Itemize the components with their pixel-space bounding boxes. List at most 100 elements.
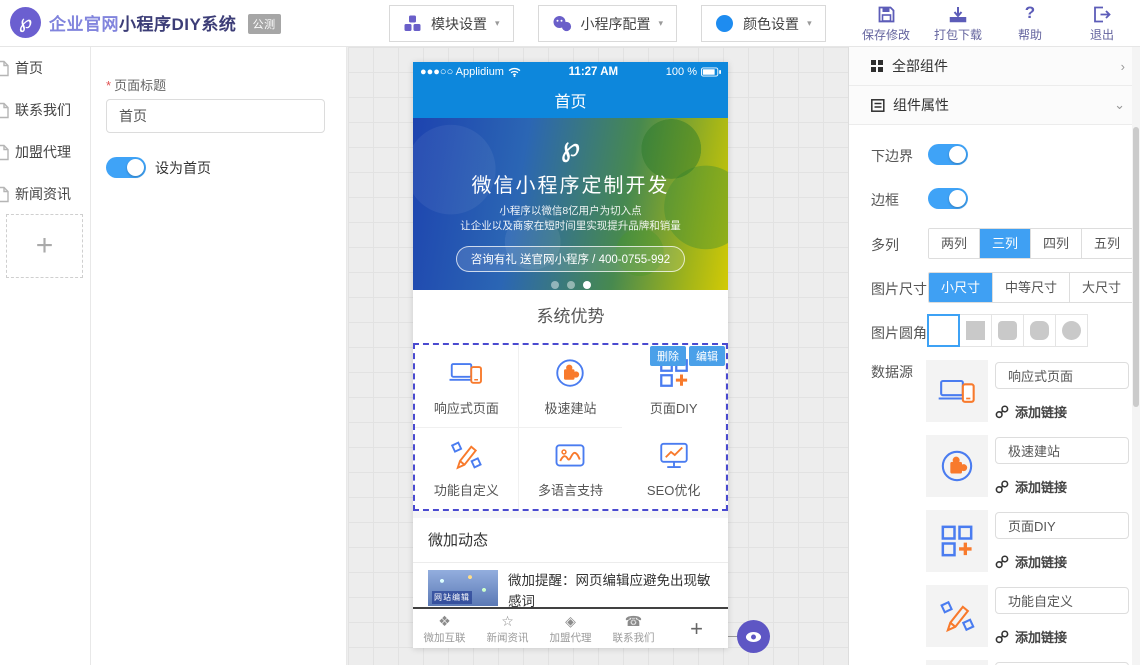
chevron-right-icon: › [1121,59,1125,74]
size-option-medium[interactable]: 中等尺寸 [992,273,1069,302]
size-option-large[interactable]: 大尺寸 [1069,273,1133,302]
datasource-title-input[interactable] [995,587,1129,614]
set-homepage-toggle[interactable] [106,157,146,178]
radius-option-rounded-lg[interactable] [1023,314,1056,347]
wifi-icon [508,67,521,77]
sidebar-item-label: 加盟代理 [15,142,71,162]
tab-contact[interactable]: ☎ 联系我们 [602,609,665,648]
page-icon [0,144,11,161]
size-option-small[interactable]: 小尺寸 [929,273,992,302]
brand-icon: ❖ [438,613,451,629]
phone-preview: ●●●○○ Applidium 11:27 AM 100 % 首页 ℘ 微信小程… [413,62,728,648]
page-icon [0,60,11,77]
image-radius-options [928,314,1088,347]
scrollbar[interactable] [1132,47,1140,665]
multi-language-icon [552,437,588,473]
battery-icon [701,67,721,77]
preview-button[interactable] [737,620,770,653]
page-title-input[interactable] [106,99,325,133]
chevron-down-icon: ▾ [659,18,664,29]
advantages-grid-component[interactable]: 删除 编辑 响应式页面 极速建站 页面DIY 功能自定义 多语言支持 SEO优化 [413,343,728,511]
columns-option-5[interactable]: 五列 [1081,229,1132,258]
add-link-button[interactable]: 添加链接 [995,552,1067,571]
sidebar-item-contact[interactable]: 联系我们 [0,89,90,131]
page-title-label: *页面标题 [106,75,166,94]
add-link-button[interactable]: 添加链接 [995,627,1067,646]
banner-carousel-component[interactable]: ℘ 微信小程序定制开发 小程序以微信8亿用户为切入点 让企业以及商家在短时间里实… [413,118,728,290]
battery-percent: 100 % [666,66,697,78]
set-homepage-row: 设为首页 [106,157,211,178]
header-actions: 保存修改 打包下载 ? 帮助 退出 [860,5,1128,43]
plus-icon: + [690,621,703,637]
app-title-primary: 企业官网 [49,15,119,34]
columns-option-2[interactable]: 两列 [929,229,979,258]
banner-title: 微信小程序定制开发 [413,169,728,198]
radius-option-circle[interactable] [1055,314,1088,347]
radius-option-square[interactable] [959,314,992,347]
add-page-button[interactable]: + [6,214,83,278]
grid-item[interactable]: SEO优化 [622,428,726,510]
phone-icon: ☎ [625,613,642,629]
app-header: ℘ 企业官网小程序DIY系统 公测 模块设置 ▾ 小程序配置 ▾ 颜色设置 [0,0,1140,47]
page-icon [0,102,11,119]
tab-news[interactable]: ☆ 新闻资讯 [476,609,539,648]
image-radius-label: 图片圆角 [871,323,927,343]
carousel-dots [413,281,728,289]
grid-item[interactable]: 响应式页面 [415,345,519,428]
help-icon: ? [1025,5,1035,23]
grid-item[interactable]: 多语言支持 [519,428,623,510]
page-diy-icon [926,510,988,572]
tab-home[interactable]: ❖ 微加互联 [413,609,476,648]
phone-statusbar: ●●●○○ Applidium 11:27 AM 100 % [413,62,728,82]
miniprogram-config-dropdown[interactable]: 小程序配置 ▾ [538,5,678,42]
image-size-segmented-control: 小尺寸 中等尺寸 大尺寸 [928,272,1134,303]
all-components-header[interactable]: 全部组件 › [849,47,1140,86]
add-link-button[interactable]: 添加链接 [995,402,1067,421]
seo-icon [656,437,692,473]
responsive-page-icon [448,355,484,391]
sidebar-item-label: 新闻资讯 [15,184,71,204]
color-circle-icon [715,14,734,33]
sidebar-item-label: 联系我们 [15,100,71,120]
phone-tabbar: ❖ 微加互联 ☆ 新闻资讯 ◈ 加盟代理 ☎ 联系我们 + [413,607,728,648]
save-button[interactable]: 保存修改 [860,5,912,43]
grid-item[interactable]: 功能自定义 [415,428,519,510]
sidebar-item-agency[interactable]: 加盟代理 [0,131,90,173]
radius-option-rounded-sm[interactable] [991,314,1024,347]
edit-component-button[interactable]: 编辑 [689,346,725,366]
color-settings-dropdown[interactable]: 颜色设置 ▾ [701,5,826,42]
radius-option-none[interactable] [927,314,960,347]
datasource-title-input[interactable] [995,512,1129,539]
bottom-border-toggle[interactable] [928,144,968,165]
download-button[interactable]: 打包下载 [932,5,984,43]
download-icon [949,5,967,23]
responsive-page-icon [926,360,988,422]
add-link-button[interactable]: 添加链接 [995,477,1067,496]
tab-agency[interactable]: ◈ 加盟代理 [539,609,602,648]
add-tab-button[interactable]: + [665,609,728,648]
exit-button[interactable]: 退出 [1076,5,1128,43]
columns-option-4[interactable]: 四列 [1030,229,1081,258]
columns-option-3[interactable]: 三列 [979,229,1030,258]
page-list-sidebar: 首页 联系我们 加盟代理 新闻资讯 + [0,47,91,665]
datasource-label: 数据源 [871,362,913,382]
help-button[interactable]: ? 帮助 [1004,5,1056,43]
custom-function-icon [448,437,484,473]
delete-component-button[interactable]: 删除 [650,346,686,366]
sidebar-item-home[interactable]: 首页 [0,47,90,89]
module-settings-dropdown[interactable]: 模块设置 ▾ [389,5,514,42]
app-title-secondary: 小程序DIY系统 [119,15,236,34]
cubes-icon [403,14,422,33]
datasource-title-input[interactable] [995,437,1129,464]
scrollbar-thumb[interactable] [1133,127,1139,407]
app-title: 企业官网小程序DIY系统 公测 [49,10,281,35]
exit-icon [1093,5,1111,23]
sidebar-item-news[interactable]: 新闻资讯 [0,173,90,215]
chain-icon [995,555,1009,569]
grid-item[interactable]: 极速建站 [519,345,623,428]
brand: ℘ 企业官网小程序DIY系统 公测 [10,7,281,38]
border-toggle[interactable] [928,188,968,209]
clock-text: 11:27 AM [569,66,618,78]
datasource-title-input[interactable] [995,362,1129,389]
component-props-header[interactable]: 组件属性 ⌄ [849,86,1140,125]
